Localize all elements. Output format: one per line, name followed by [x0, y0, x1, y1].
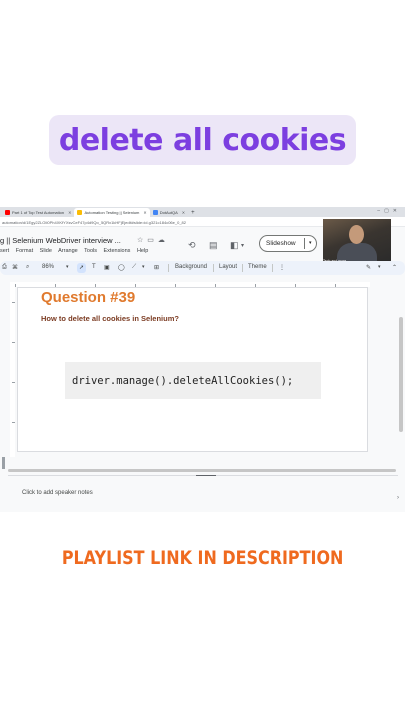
zoom-level[interactable]: 86% [42, 264, 54, 270]
close-icon[interactable]: ✕ [68, 210, 71, 215]
browser-tab-3[interactable]: DotAutQA ✕ [150, 208, 188, 217]
browser-tab-1[interactable]: Part 1 of Top Test Automation ✕ [2, 208, 74, 217]
menu-slide[interactable]: Slide [40, 248, 52, 254]
print-icon[interactable]: ⎙ [2, 264, 7, 271]
editing-toolbar: ⎙ ⌘ ⌕ 86% ▾ ➚ T ▣ ◯ ⟋ ▾ ⊞ Background Lay… [0, 261, 405, 275]
browser-tab-bar: Part 1 of Top Test Automation ✕ Automati… [0, 207, 405, 217]
title-banner-text: delete all cookies [58, 122, 347, 158]
notes-drag-handle[interactable] [196, 475, 216, 476]
speaker-notes-placeholder[interactable]: Click to add speaker notes [22, 490, 93, 496]
title-banner: delete all cookies [49, 115, 356, 165]
text-box-icon[interactable]: T [92, 264, 96, 270]
slide-title[interactable]: Question #39 [41, 289, 135, 306]
cloud-status-icon: ☁ [157, 237, 169, 244]
chevron-down-icon[interactable]: ▾ [66, 264, 69, 270]
filmstrip-edge[interactable] [2, 457, 5, 469]
menu-extensions[interactable]: Extensions [104, 248, 131, 254]
expand-icon[interactable]: › [397, 495, 399, 501]
background-button[interactable]: Background [175, 264, 207, 270]
screen-recording: Part 1 of Top Test Automation ✕ Automati… [0, 207, 405, 512]
code-text: driver.manage().deleteAllCookies(); [72, 374, 294, 387]
close-icon[interactable]: ✕ [182, 210, 185, 215]
select-cursor-icon[interactable]: ➚ [79, 264, 84, 271]
new-tab-icon[interactable]: + [188, 208, 198, 217]
slideshow-button[interactable]: Slideshow ▾ [259, 235, 317, 252]
code-block[interactable]: driver.manage().deleteAllCookies(); [65, 362, 321, 399]
person-face [349, 225, 364, 244]
chevron-down-icon[interactable]: ▾ [378, 264, 381, 270]
playlist-banner-text: PLAYLIST LINK IN DESCRIPTION [61, 547, 344, 569]
chevron-down-icon[interactable]: ▾ [241, 242, 244, 249]
title-icons: ☆▭☁ [137, 236, 169, 244]
star-icon[interactable]: ☆ [137, 237, 147, 244]
youtube-icon [5, 210, 10, 215]
theme-button[interactable]: Theme [248, 264, 267, 270]
chevron-down-icon[interactable]: ▾ [309, 240, 312, 246]
menu-tools[interactable]: Tools [84, 248, 97, 254]
format-paint-icon[interactable]: ⌘ [12, 264, 18, 271]
menu-format[interactable]: Format [16, 248, 33, 254]
browser-tab-2-label: Automation Testing || Selenium [84, 210, 140, 215]
shape-icon[interactable]: ◯ [118, 264, 125, 271]
slide[interactable]: Question #39 How to delete all cookies i… [17, 287, 368, 452]
zoom-icon[interactable]: ⌕ [26, 264, 29, 271]
window-controls[interactable]: –▢✕ [377, 208, 401, 214]
pen-icon[interactable]: ✎ [366, 264, 371, 271]
menu-arrange[interactable]: Arrange [58, 248, 78, 254]
menu-bar: sert Format Slide Arrange Tools Extensio… [0, 248, 153, 254]
horizontal-scrollbar[interactable] [8, 469, 396, 472]
menu-help[interactable]: Help [137, 248, 148, 254]
playlist-banner: PLAYLIST LINK IN DESCRIPTION [0, 540, 405, 576]
line-icon[interactable]: ⟋ [132, 264, 136, 271]
slides-icon [77, 210, 83, 215]
browser-tab-3-label: DotAutQA [159, 210, 178, 215]
vertical-scrollbar[interactable] [399, 317, 403, 432]
document-title[interactable]: g || Selenium WebDriver interview ... [0, 236, 121, 245]
close-icon[interactable]: ✕ [143, 210, 146, 215]
comment-icon[interactable]: ▤ [209, 240, 218, 251]
more-options-icon[interactable]: ⋮ [279, 264, 285, 271]
browser-tab-1-label: Part 1 of Top Test Automation [12, 210, 65, 215]
image-icon[interactable]: ▣ [104, 264, 110, 271]
webcam-overlay: Tech and more [323, 219, 391, 264]
globe-icon [152, 210, 158, 215]
menu-insert[interactable]: sert [0, 248, 9, 254]
browser-tab-2[interactable]: Automation Testing || Selenium ✕ [74, 208, 150, 217]
slideshow-label: Slideshow [266, 240, 296, 247]
chevron-down-icon[interactable]: ▾ [142, 264, 145, 270]
add-comment-icon[interactable]: ⊞ [154, 264, 159, 271]
history-icon[interactable]: ⟲ [188, 240, 196, 251]
move-folder-icon[interactable]: ▭ [147, 237, 158, 244]
layout-button[interactable]: Layout [219, 264, 237, 270]
slide-question[interactable]: How to delete all cookies in Selenium? [41, 314, 179, 323]
camera-icon[interactable]: ◧ [230, 240, 239, 251]
collapse-icon[interactable]: ⌃ [392, 264, 397, 271]
url-text: automation/d/1Egy2ZLOIi0Ph4XKfYXsvCeF47p… [2, 220, 187, 225]
